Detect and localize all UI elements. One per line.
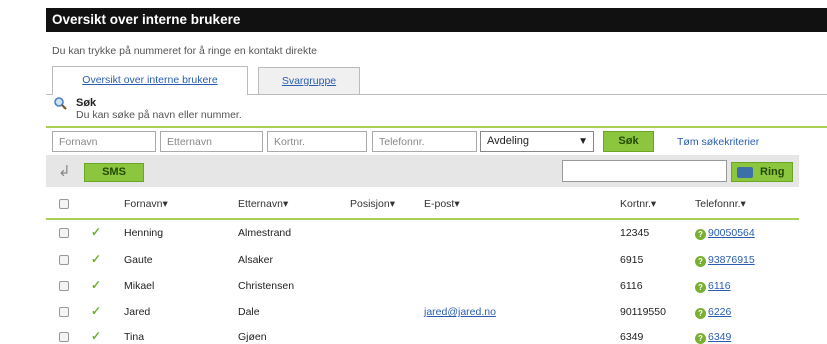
check-icon: ✓ (91, 252, 102, 266)
cell-firstname: Jared (124, 306, 151, 318)
check-icon: ✓ (91, 278, 102, 292)
tab-overview[interactable]: Oversikt over interne brukere (52, 66, 248, 95)
phone-search-input[interactable] (372, 131, 477, 152)
check-icon: ✓ (91, 304, 102, 318)
firstname-input[interactable] (52, 131, 156, 152)
cell-phone[interactable]: ? 6226 (695, 306, 731, 319)
row-checkbox[interactable] (59, 307, 69, 317)
phone-icon (737, 167, 753, 178)
tab-answer-group[interactable]: Svargruppe (258, 67, 360, 94)
back-arrow-icon[interactable]: ↲ (58, 164, 74, 179)
department-select[interactable]: Avdeling ▼ (480, 131, 594, 152)
cell-shortnum: 6116 (620, 280, 643, 292)
shortnum-input[interactable] (267, 131, 367, 152)
column-header-shortnum[interactable]: Kortnr.▾ (620, 198, 656, 210)
question-icon: ? (695, 256, 706, 267)
cell-firstname: Henning (124, 227, 164, 239)
reset-search-link[interactable]: Tøm søkekriterier (677, 136, 759, 148)
dial-number-input[interactable] (562, 160, 727, 182)
cell-shortnum: 6915 (620, 254, 644, 266)
cell-lastname: Almestrand (238, 227, 292, 239)
cell-shortnum: 12345 (620, 227, 650, 239)
question-icon: ? (695, 308, 706, 319)
check-icon: ✓ (91, 225, 102, 239)
cell-phone[interactable]: ? 93876915 (695, 254, 755, 267)
cell-phone[interactable]: ? 6116 (695, 280, 731, 293)
hint-text: Du kan trykke på nummeret for å ringe en… (52, 45, 317, 57)
dropdown-arrow-icon: ▼ (578, 136, 588, 147)
cell-lastname: Dale (238, 306, 260, 318)
magnifier-icon (54, 97, 67, 110)
cell-phone[interactable]: ? 90050564 (695, 227, 755, 240)
cell-lastname: Christensen (238, 280, 295, 292)
column-header-position[interactable]: Posisjon▾ (350, 198, 395, 210)
ring-button[interactable]: Ring (731, 162, 793, 182)
search-divider (46, 126, 827, 128)
cell-firstname: Tina (124, 331, 145, 343)
cell-phone[interactable]: ? 6349 (695, 331, 731, 344)
phone-link[interactable]: 93876915 (708, 254, 755, 266)
cell-firstname: Mikael (124, 280, 155, 292)
search-title: Søk (76, 97, 97, 109)
check-icon: ✓ (91, 329, 102, 343)
question-icon: ? (695, 282, 706, 293)
cell-lastname: Alsaker (238, 254, 274, 266)
row-checkbox[interactable] (59, 255, 69, 265)
phone-link[interactable]: 6116 (708, 280, 731, 292)
cell-lastname: Gjøen (238, 331, 267, 343)
email-link[interactable]: jared@jared.no (424, 306, 496, 318)
column-header-firstname[interactable]: Fornavn▾ (124, 198, 168, 210)
row-checkbox[interactable] (59, 332, 69, 342)
cell-shortnum: 6349 (620, 331, 644, 343)
row-checkbox[interactable] (59, 281, 69, 291)
table-header-divider (46, 218, 799, 220)
lastname-input[interactable] (160, 131, 263, 152)
column-header-lastname[interactable]: Etternavn▾ (238, 198, 288, 210)
phone-link[interactable]: 6226 (708, 306, 731, 318)
department-select-value: Avdeling (487, 135, 529, 147)
column-header-phone[interactable]: Telefonnr.▾ (695, 198, 746, 210)
phone-link[interactable]: 6349 (708, 331, 731, 343)
search-description: Du kan søke på navn eller nummer. (76, 109, 242, 121)
phone-link[interactable]: 90050564 (708, 227, 755, 239)
row-checkbox[interactable] (59, 228, 69, 238)
page-title: Oversikt over interne brukere (46, 8, 827, 32)
sms-button[interactable]: SMS (84, 163, 144, 182)
question-icon: ? (695, 333, 706, 344)
cell-firstname: Gaute (124, 254, 153, 266)
ring-button-label: Ring (760, 166, 785, 178)
question-icon: ? (695, 229, 706, 240)
select-all-checkbox[interactable] (59, 199, 69, 209)
column-header-email[interactable]: E-post▾ (424, 198, 460, 210)
search-button[interactable]: Søk (603, 131, 654, 152)
cell-shortnum: 90119550 (620, 306, 666, 318)
